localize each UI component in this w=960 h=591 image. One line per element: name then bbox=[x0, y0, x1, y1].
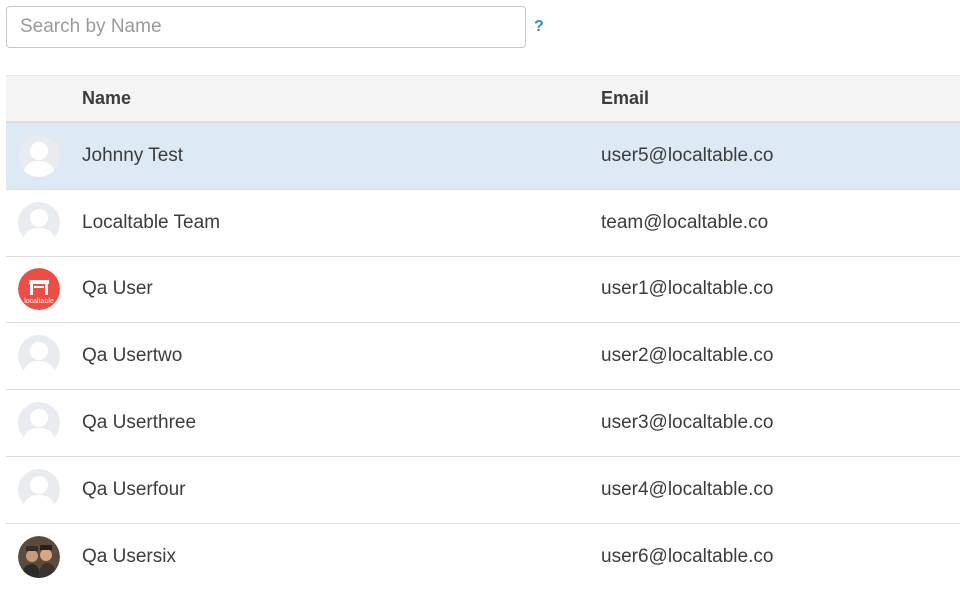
default-avatar-icon bbox=[18, 402, 60, 445]
default-avatar-icon bbox=[18, 468, 60, 511]
table-row[interactable]: Localtable Team team@localtable.co bbox=[6, 190, 960, 257]
user-email: user3@localtable.co bbox=[601, 412, 774, 434]
name-column-header[interactable]: Name bbox=[82, 88, 601, 109]
user-email: team@localtable.co bbox=[601, 211, 769, 233]
user-email: user6@localtable.co bbox=[601, 546, 774, 568]
user-name: Localtable Team bbox=[82, 211, 221, 233]
table-row[interactable]: Qa Usersix user6@localtable.co bbox=[6, 524, 960, 591]
user-email: user4@localtable.co bbox=[601, 478, 774, 500]
user-email: user2@localtable.co bbox=[601, 345, 774, 367]
user-name: Qa Userthree bbox=[82, 412, 197, 434]
email-column-header[interactable]: Email bbox=[601, 88, 960, 109]
table-row[interactable]: Qa Userthree user3@localtable.co bbox=[6, 390, 960, 457]
user-name: Johnny Test bbox=[82, 144, 184, 166]
user-name: Qa User bbox=[82, 278, 153, 300]
table-row[interactable]: Qa Usertwo user2@localtable.co bbox=[6, 323, 960, 391]
table-row[interactable]: Johnny Test user5@localtable.co bbox=[6, 123, 960, 190]
default-avatar-icon bbox=[18, 335, 60, 378]
table-row[interactable]: Qa Userfour user4@localtable.co bbox=[6, 457, 960, 524]
users-table: Name Email Johnny Test user5@localtable.… bbox=[6, 75, 960, 591]
default-avatar-icon bbox=[18, 201, 60, 244]
svg-text:localtable: localtable bbox=[24, 298, 54, 305]
user-name: Qa Userfour bbox=[82, 478, 186, 500]
table-row[interactable]: localtable Qa User user1@localtable.co bbox=[6, 257, 960, 324]
user-email: user5@localtable.co bbox=[601, 144, 774, 166]
question-mark-icon[interactable]: ? bbox=[534, 18, 544, 36]
localtable-logo-avatar: localtable bbox=[18, 268, 60, 311]
search-bar: ? bbox=[6, 6, 544, 48]
user-name: Qa Usertwo bbox=[82, 345, 183, 367]
user-name: Qa Usersix bbox=[82, 546, 176, 568]
photo-avatar bbox=[18, 536, 60, 579]
search-input[interactable] bbox=[6, 6, 526, 48]
user-email: user1@localtable.co bbox=[601, 278, 774, 300]
table-header: Name Email bbox=[6, 75, 960, 123]
default-avatar-icon bbox=[18, 134, 60, 177]
